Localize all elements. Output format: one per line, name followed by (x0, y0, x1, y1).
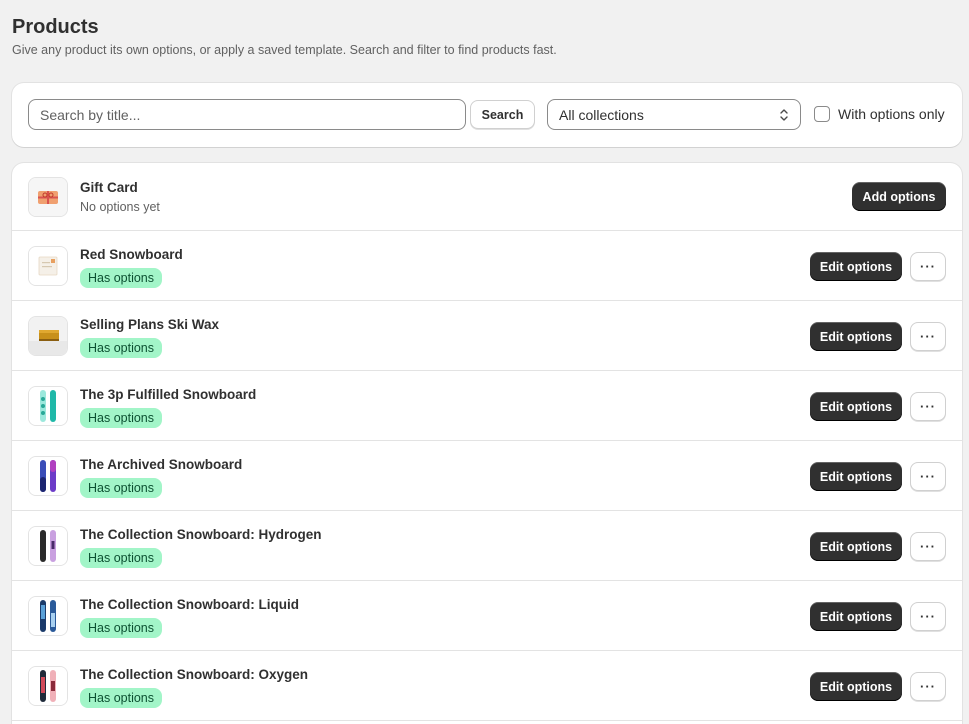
edit-options-button[interactable]: Edit options (810, 322, 902, 351)
more-actions-button[interactable]: ··· (910, 462, 946, 491)
search-input[interactable] (28, 99, 466, 130)
product-thumbnail (28, 316, 68, 356)
edit-options-button[interactable]: Edit options (810, 672, 902, 701)
product-title[interactable]: Red Snowboard (80, 247, 183, 262)
edit-options-button[interactable]: Edit options (810, 252, 902, 281)
collection-select-value: All collections (559, 106, 644, 123)
status-badge: Has options (80, 268, 163, 288)
product-thumbnail (28, 666, 68, 706)
status-badge: Has options (80, 548, 163, 568)
product-row: The Collection Snowboard: Hydrogen Has o… (12, 511, 962, 581)
more-horizontal-icon: ··· (920, 259, 936, 274)
filter-bar: Search All collections With options only (12, 83, 962, 147)
more-actions-button[interactable]: ··· (910, 322, 946, 351)
status-badge: Has options (80, 618, 163, 638)
add-options-button[interactable]: Add options (852, 182, 946, 211)
more-horizontal-icon: ··· (920, 329, 936, 344)
product-title[interactable]: The 3p Fulfilled Snowboard (80, 387, 256, 402)
product-row: The 3p Fulfilled Snowboard Has options E… (12, 371, 962, 441)
product-row: The Collection Snowboard: Liquid Has opt… (12, 581, 962, 651)
more-horizontal-icon: ··· (920, 539, 936, 554)
select-chevrons-icon (779, 108, 789, 122)
status-badge: Has options (80, 408, 163, 428)
product-status: No options yet (80, 200, 160, 214)
more-actions-button[interactable]: ··· (910, 252, 946, 281)
status-badge: Has options (80, 688, 163, 708)
with-options-checkbox[interactable] (814, 106, 830, 122)
edit-options-button[interactable]: Edit options (810, 392, 902, 421)
more-actions-button[interactable]: ··· (910, 392, 946, 421)
collection-select[interactable]: All collections (547, 99, 801, 130)
product-row: Red Snowboard Has options Edit options ·… (12, 231, 962, 301)
more-actions-button[interactable]: ··· (910, 602, 946, 631)
product-thumbnail (28, 456, 68, 496)
page-subtitle: Give any product its own options, or app… (12, 43, 557, 57)
product-list: Gift Card No options yet Add options Red… (12, 163, 962, 724)
product-thumbnail (28, 596, 68, 636)
product-row: Gift Card No options yet Add options (12, 163, 962, 231)
page-header: Products Give any product its own option… (12, 14, 557, 57)
product-title[interactable]: The Collection Snowboard: Oxygen (80, 667, 308, 682)
status-badge: Has options (80, 478, 163, 498)
edit-options-button[interactable]: Edit options (810, 532, 902, 561)
more-actions-button[interactable]: ··· (910, 672, 946, 701)
product-row: Selling Plans Ski Wax Has options Edit o… (12, 301, 962, 371)
status-badge: Has options (80, 338, 163, 358)
more-horizontal-icon: ··· (920, 399, 936, 414)
edit-options-button[interactable]: Edit options (810, 602, 902, 631)
more-horizontal-icon: ··· (920, 469, 936, 484)
with-options-filter[interactable]: With options only (814, 106, 945, 122)
product-row: The Archived Snowboard Has options Edit … (12, 441, 962, 511)
product-row: The Collection Snowboard: Oxygen Has opt… (12, 651, 962, 721)
product-title[interactable]: Selling Plans Ski Wax (80, 317, 219, 332)
more-horizontal-icon: ··· (920, 679, 936, 694)
product-title[interactable]: The Collection Snowboard: Hydrogen (80, 527, 322, 542)
more-actions-button[interactable]: ··· (910, 532, 946, 561)
product-title[interactable]: The Collection Snowboard: Liquid (80, 597, 299, 612)
product-thumbnail (28, 386, 68, 426)
product-thumbnail (28, 177, 68, 217)
product-title[interactable]: Gift Card (80, 180, 138, 195)
product-thumbnail (28, 526, 68, 566)
with-options-label: With options only (838, 106, 945, 122)
search-button[interactable]: Search (470, 100, 535, 129)
product-title[interactable]: The Archived Snowboard (80, 457, 242, 472)
page-title: Products (12, 16, 99, 38)
product-thumbnail (28, 246, 68, 286)
more-horizontal-icon: ··· (920, 609, 936, 624)
edit-options-button[interactable]: Edit options (810, 462, 902, 491)
